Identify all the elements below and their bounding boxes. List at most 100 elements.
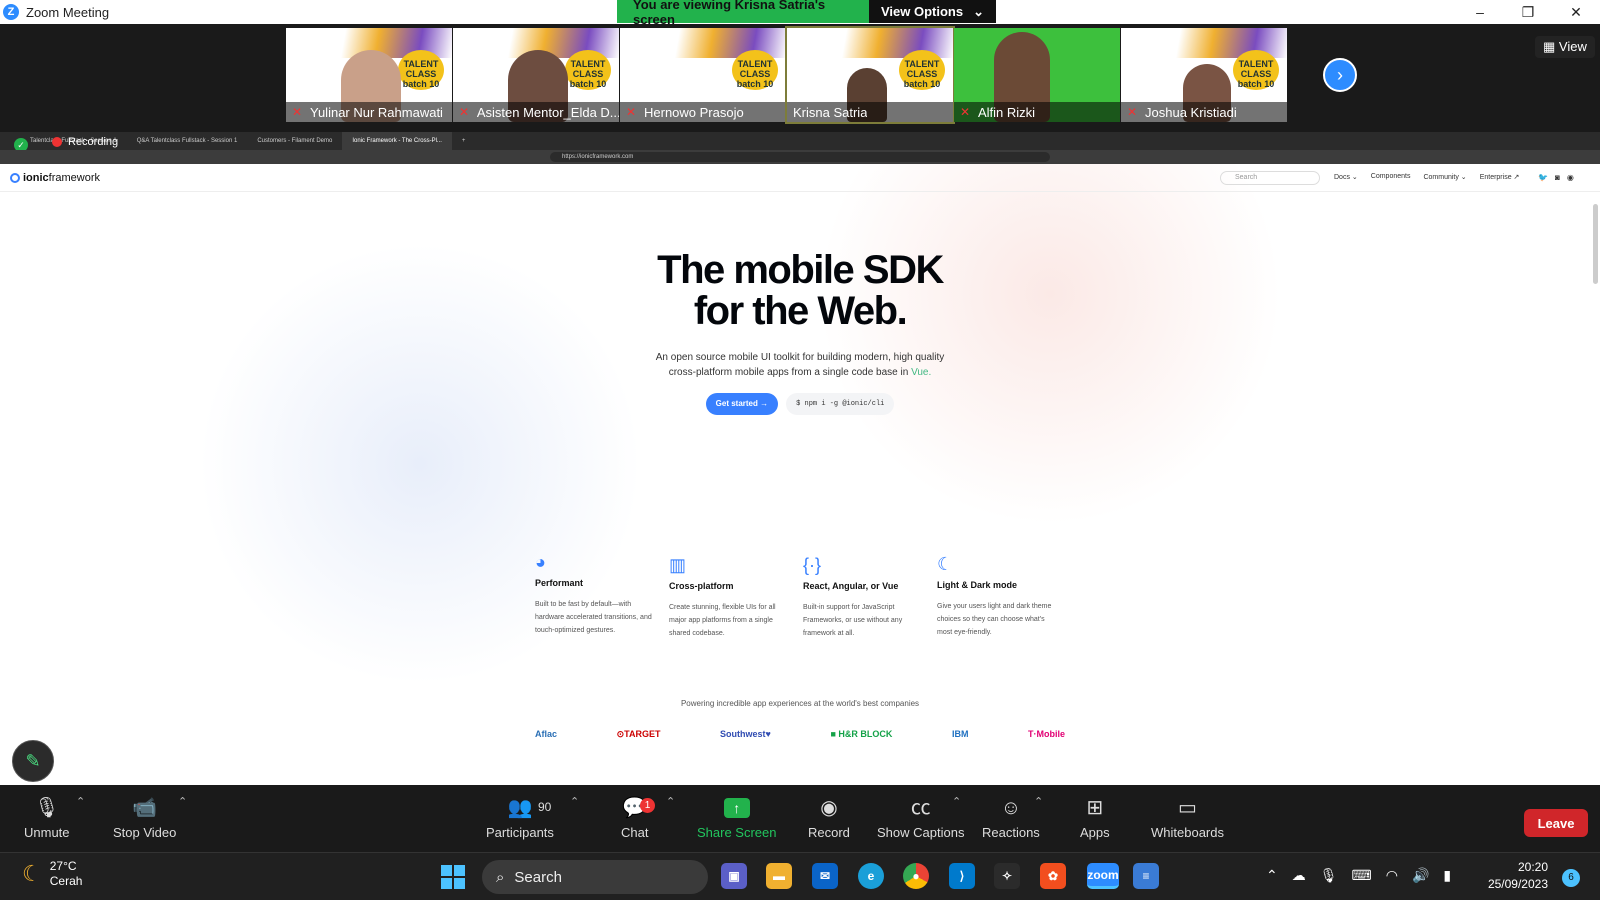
discord-icon[interactable]: ◙ (1555, 173, 1560, 182)
figma-icon[interactable]: ✿ (1040, 863, 1066, 889)
view-button[interactable]: ▦ View (1535, 36, 1595, 58)
start-button[interactable] (441, 865, 465, 889)
video-tile-active-speaker[interactable]: TALENT CLASS batch 10 Krisna Satria (785, 26, 955, 124)
restore-button[interactable]: ❐ (1504, 0, 1552, 24)
nav-community[interactable]: Community ⌄ (1423, 173, 1466, 181)
cc-icon: ㏄ (910, 797, 931, 819)
pencil-icon: ✎ (25, 750, 41, 771)
minimize-button[interactable]: – (1456, 0, 1504, 24)
share-arrow-icon: ↑ (723, 798, 750, 818)
microphone-icon[interactable]: 🎙 (1320, 867, 1338, 884)
participant-name: Joshua Kristiadi (1145, 104, 1237, 120)
close-button[interactable]: ✕ (1552, 0, 1600, 24)
participants-options-caret[interactable]: ⌃ (570, 795, 579, 808)
page-scrollbar[interactable] (1593, 204, 1598, 284)
share-screen-button[interactable]: ↑ Share Screen (697, 795, 777, 840)
viewing-message: You are viewing Krisna Satria's screen (617, 0, 869, 27)
hero-title: The mobile SDK for the Web. (657, 248, 944, 333)
record-button[interactable]: ◉ Record (808, 795, 850, 840)
reactions-options-caret[interactable]: ⌃ (1034, 795, 1043, 808)
chat-options-caret[interactable]: ⌃ (666, 795, 675, 808)
captions-options-caret[interactable]: ⌃ (952, 795, 961, 808)
video-tile[interactable]: TALENT CLASS batch 10 ✕ Hernowo Prasojo (620, 28, 786, 122)
github-icon[interactable]: ◉ (1567, 173, 1574, 182)
ionic-logo[interactable]: ionic framework (10, 172, 100, 184)
whiteboards-button[interactable]: ▭ Whiteboards (1151, 795, 1224, 840)
clock-time: 20:20 (1517, 860, 1548, 874)
next-page-button[interactable]: › (1323, 58, 1357, 92)
reactions-button[interactable]: ☺ Reactions (982, 795, 1040, 840)
video-tile[interactable]: TALENT CLASS batch 10 ✕ Joshua Kristiadi (1121, 28, 1287, 122)
url-field[interactable]: https://ionicframework.com (550, 152, 1050, 162)
company-logos: Aflac ⊙TARGET Southwest♥ ■ H&R BLOCK IBM… (535, 729, 1065, 740)
chevron-right-icon: › (1337, 64, 1343, 85)
site-search-input[interactable]: Search (1220, 171, 1320, 185)
stop-video-button[interactable]: 📹 Stop Video (113, 795, 176, 840)
social-links: 🐦 ◙ ◉ (1538, 173, 1574, 182)
site-navbar: ionic framework Search Docs ⌄ Components … (0, 164, 1600, 192)
browser-tab[interactable]: Customers - Filament Demo (247, 132, 342, 150)
moon-weather-icon: ☾ (22, 861, 42, 886)
keyboard-icon[interactable]: ⌨ (1352, 867, 1372, 884)
chevron-up-icon[interactable]: ⌃ (1266, 867, 1278, 884)
view-options-button[interactable]: View Options ⌄ (869, 0, 996, 23)
get-started-button[interactable]: Get started → (705, 393, 779, 415)
apps-button[interactable]: ⊞ Apps (1080, 795, 1110, 840)
participant-name: Krisna Satria (793, 104, 868, 120)
company-logo: T·Mobile (1028, 729, 1065, 739)
annotate-pencil-button[interactable]: ✎ (12, 740, 54, 782)
edge-browser-icon[interactable]: e (858, 863, 884, 889)
record-dot-icon (52, 137, 62, 147)
weather-widget[interactable]: ☾ 27°C Cerah (22, 859, 82, 889)
nav-enterprise[interactable]: Enterprise ↗ (1480, 173, 1520, 181)
volume-icon[interactable]: 🔊 (1412, 867, 1429, 884)
vscode-icon[interactable]: ⟩ (949, 863, 975, 889)
mic-muted-icon: ✕ (459, 105, 470, 119)
twitter-icon[interactable]: 🐦 (1538, 173, 1548, 182)
file-explorer-icon[interactable]: ▬ (766, 863, 792, 889)
unmute-button[interactable]: 🎙 Unmute (24, 795, 70, 840)
browser-tab[interactable]: Q&A Talentclass Fullstack - Session 1 (127, 132, 248, 150)
weather-condition: Cerah (49, 874, 83, 888)
apps-grid-icon: ⊞ (1086, 797, 1104, 819)
app-pinned-icon[interactable]: ✧ (994, 863, 1020, 889)
audio-options-caret[interactable]: ⌃ (76, 795, 85, 808)
feature-frameworks: {·} React, Angular, or Vue Built-in supp… (803, 555, 923, 640)
new-tab-button[interactable]: + (452, 132, 476, 150)
onedrive-off-icon[interactable]: ☁ (1292, 867, 1306, 884)
taskbar-search[interactable]: ⌕ Search (482, 860, 708, 894)
participant-name: Hernowo Prasojo (644, 104, 744, 120)
system-clock[interactable]: 20:20 25/09/2023 (1480, 859, 1548, 893)
video-tile[interactable]: ✕ Alfin Rizki (954, 28, 1120, 122)
wifi-icon[interactable]: ◠ (1386, 867, 1398, 884)
company-logo: Southwest♥ (720, 729, 771, 739)
video-tile[interactable]: TALENT CLASS batch 10 ✕ Yulinar Nur Rahma… (286, 28, 452, 122)
windows-taskbar: ☾ 27°C Cerah ⌕ Search ▣ ▬ ✉ e ● ⟩ ✧ ✿ zoom… (0, 852, 1600, 900)
leave-button[interactable]: Leave (1524, 809, 1588, 837)
npm-install-command[interactable]: $ npm i -g @ionic/cli (786, 393, 895, 415)
mic-muted-icon: ✕ (960, 105, 971, 119)
record-icon: ◉ (820, 797, 838, 819)
view-label: View (1558, 39, 1587, 54)
browser-tab-active[interactable]: Ionic Framework - The Cross-Pl... (342, 132, 452, 150)
hero-section: The mobile SDK for the Web. An open sourc… (560, 250, 1040, 415)
notepad-icon[interactable]: ≡ (1133, 863, 1159, 889)
participant-name: Yulinar Nur Rahmawati (310, 104, 443, 120)
video-tile[interactable]: TALENT CLASS batch 10 ✕ Asisten Mentor_El… (453, 28, 619, 122)
meeting-toolbar: 🎙 Unmute ⌃ 📹 Stop Video ⌃ 👥 Participants 90… (0, 785, 1600, 852)
battery-icon[interactable]: ▮ (1443, 867, 1451, 884)
company-logo: Aflac (535, 729, 558, 739)
notification-badge[interactable]: 6 (1562, 869, 1580, 887)
chrome-browser-icon[interactable]: ● (903, 863, 929, 889)
nav-components[interactable]: Components (1371, 173, 1411, 181)
nav-docs[interactable]: Docs ⌄ (1334, 173, 1358, 181)
participant-name: Alfin Rizki (978, 104, 1036, 120)
teams-chat-icon[interactable]: ▣ (721, 863, 747, 889)
video-options-caret[interactable]: ⌃ (178, 795, 187, 808)
hero-subtitle: An open source mobile UI toolkit for bui… (655, 352, 945, 378)
people-icon: 👥 (507, 797, 533, 819)
mail-icon[interactable]: ✉ (812, 863, 838, 889)
ionic-logo-icon (10, 172, 20, 183)
zoom-taskbar-icon[interactable]: zoom (1087, 863, 1119, 889)
system-tray: ⌃ ☁ 🎙 ⌨ ◠ 🔊 ▮ (1266, 867, 1451, 884)
